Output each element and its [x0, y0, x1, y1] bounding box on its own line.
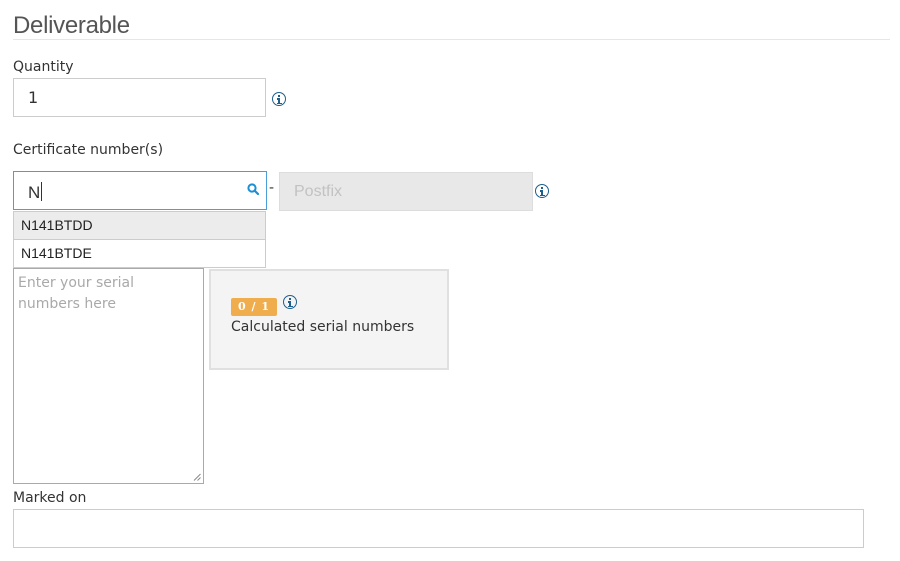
certificate-info-icon[interactable]: [535, 184, 549, 198]
resize-grip-icon[interactable]: [193, 473, 201, 481]
postfix-placeholder: Postfix: [294, 183, 343, 200]
quantity-input[interactable]: [13, 78, 266, 117]
search-icon[interactable]: [247, 183, 259, 195]
certificate-separator: -: [269, 180, 275, 196]
quantity-info-icon[interactable]: [272, 92, 286, 106]
section-divider: [13, 39, 890, 40]
certificate-label: Certificate number(s): [13, 142, 164, 158]
calculated-count-badge: 0 / 1: [231, 298, 277, 316]
suggestion-option[interactable]: N141BTDE: [14, 240, 265, 268]
marked-on-input[interactable]: [13, 509, 864, 548]
certificate-suggestions-dropdown: N141BTDD N141BTDE: [13, 211, 266, 268]
calculated-serials-label: Calculated serial numbers: [231, 319, 415, 335]
certificate-number-input[interactable]: N: [13, 171, 267, 210]
calculated-info-icon[interactable]: [283, 295, 297, 309]
postfix-input[interactable]: Postfix: [279, 172, 533, 211]
quantity-label: Quantity: [13, 59, 74, 75]
calculated-serials-panel: 0 / 1 Calculated serial numbers: [209, 269, 449, 370]
suggestion-option[interactable]: N141BTDD: [14, 212, 265, 240]
text-caret: [41, 182, 43, 201]
section-title: Deliverable: [13, 12, 130, 39]
serial-numbers-textarea[interactable]: Enter your serial numbers here: [13, 268, 204, 484]
serial-numbers-placeholder: Enter your serial numbers here: [18, 275, 134, 312]
marked-on-label: Marked on: [13, 490, 87, 506]
certificate-input-value: N: [28, 182, 43, 202]
